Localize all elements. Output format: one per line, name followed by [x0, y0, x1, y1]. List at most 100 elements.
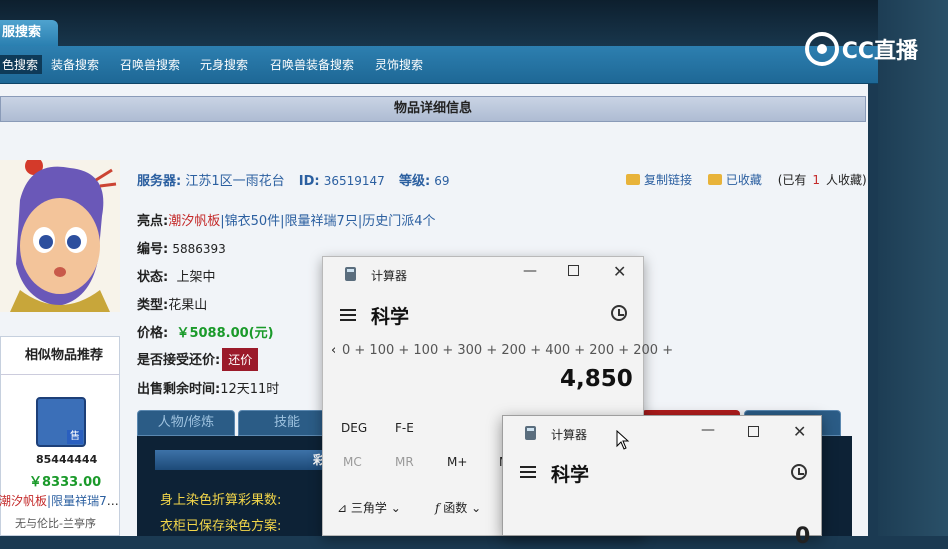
remaining-time-value: 12天11时 [220, 382, 280, 397]
copy-link-label: 复制链接 [644, 173, 693, 187]
deg-button[interactable]: DEG [341, 421, 367, 435]
status-value: 上架中 [176, 270, 216, 285]
nav-item-pet-search[interactable]: 召唤兽搜索 [120, 56, 180, 73]
favorite-count: (已有 1 人收藏) [778, 173, 873, 187]
type-value: 花果山 [168, 298, 208, 313]
highlights-line: 亮点:潮汐帆板|锦衣50件|限量祥瑞7只|历史门派4个 [137, 214, 436, 229]
calculator-app-icon [345, 267, 356, 281]
highlight-item[interactable]: 潮汐帆板 [168, 214, 220, 229]
fe-button[interactable]: F-E [395, 421, 414, 435]
maximize-button[interactable] [748, 426, 759, 437]
calculator-app-icon [525, 426, 536, 440]
remaining-time-label: 出售剩余时间: [137, 382, 221, 397]
close-button[interactable]: ✕ [793, 422, 806, 441]
price-line: 价格: ￥5088.00(元) [137, 322, 274, 341]
similar-items-header: 相似物品推荐 [1, 337, 119, 375]
server-value: 江苏1区一雨花台 [185, 174, 285, 189]
calculator-expression: 0 + 100 + 100 + 300 + 200 + 400 + 200 + … [342, 343, 674, 358]
favorite-label: 已收藏 [725, 173, 762, 187]
nav-item-accessory-search[interactable]: 灵饰搜索 [375, 56, 423, 73]
remaining-time-line: 出售剩余时间:12天11时 [137, 378, 279, 397]
folder-icon [707, 174, 722, 185]
folder-icon [626, 174, 640, 185]
highlight-item[interactable]: 历史门派4个 [362, 214, 435, 229]
function-dropdown[interactable]: f 函数 ⌄ [435, 499, 481, 516]
server-info-line: 服务器: 江苏1区一雨花台 ID: 36519147 等级: 69 [137, 170, 450, 189]
level-value: 69 [434, 174, 450, 188]
similar-items-panel: 相似物品推荐 售 85444444 ￥8333.00 潮汐帆板|限量祥瑞7… 无… [0, 336, 120, 536]
calculator-mode-title: 科学 [371, 306, 410, 328]
favorite-count-value: 1 [812, 173, 821, 187]
number-value: 5886393 [172, 242, 226, 256]
similar-item-server: 无与伦比-兰亭序 [15, 517, 96, 530]
calculator-result: 0 [795, 524, 811, 549]
function-label: 函数 [443, 501, 468, 515]
expression-scroll-left-icon[interactable]: ‹ [331, 343, 336, 358]
id-label: ID: [298, 174, 320, 189]
calculator-result: 4,850 [560, 366, 633, 392]
right-background-band [878, 0, 948, 536]
nav-item-body-search[interactable]: 元身搜索 [200, 56, 248, 73]
close-button[interactable]: ✕ [613, 262, 626, 281]
trig-icon: ⊿ [337, 501, 348, 515]
minimize-button[interactable]: — [701, 422, 715, 438]
minimize-button[interactable]: — [523, 263, 537, 279]
history-icon[interactable] [791, 464, 807, 480]
price-value: ￥5088.00(元) [176, 326, 274, 341]
favorite-button[interactable]: 已收藏 [707, 173, 768, 187]
cc-live-watermark: CC直播 [804, 32, 918, 66]
watermark-text: CC直播 [841, 39, 918, 64]
menu-icon[interactable] [340, 309, 356, 321]
wardrobe-scheme-label: 衣柜已保存染色方案: [160, 519, 282, 534]
dye-count-label: 身上染色折算彩果数: [160, 493, 282, 508]
nav-item-role-search[interactable]: 色搜索 [0, 55, 43, 74]
nav-bar: 色搜索 装备搜索 召唤兽搜索 元身搜索 召唤兽装备搜索 灵饰搜索 [0, 46, 878, 84]
similar-item-id: 85444444 [36, 453, 98, 466]
copy-link-button[interactable]: 复制链接 [626, 173, 698, 187]
window-title: 计算器 [371, 269, 408, 283]
history-icon[interactable] [611, 305, 627, 321]
similar-item-thumbnail[interactable]: 售 [36, 397, 86, 447]
mr-button[interactable]: MR [395, 455, 414, 469]
favorite-count-suffix: 人收藏) [826, 173, 867, 187]
level-label: 等级: [398, 174, 431, 189]
nav-item-equipment-search[interactable]: 装备搜索 [51, 56, 99, 73]
similar-item-tag[interactable]: 潮汐帆板 [0, 494, 47, 508]
bargain-button[interactable]: 还价 [222, 348, 259, 371]
number-line: 编号: 5886393 [137, 238, 226, 257]
window-title: 计算器 [551, 428, 588, 442]
id-value: 36519147 [323, 174, 385, 188]
bargain-line: 是否接受还价: 还价 [137, 348, 259, 371]
type-line: 类型:花果山 [137, 294, 207, 313]
function-icon: f [435, 501, 440, 515]
menu-icon[interactable] [520, 466, 536, 478]
for-sale-badge: 售 [67, 430, 83, 444]
status-label: 状态: [137, 270, 169, 285]
similar-item-tags: 潮汐帆板|限量祥瑞7… [0, 494, 119, 508]
number-label: 编号: [137, 242, 169, 257]
similar-item-price: ￥8333.00 [29, 475, 102, 490]
cc-logo-icon [804, 32, 839, 66]
highlight-item[interactable]: 锦衣50件 [225, 214, 281, 229]
trig-label: 三角学 [350, 501, 387, 515]
maximize-button[interactable] [568, 265, 579, 276]
m-plus-button[interactable]: M+ [447, 455, 467, 469]
calculator-mode-title: 科学 [551, 464, 590, 486]
top-search-tab[interactable]: 服搜索 [0, 20, 58, 46]
price-label: 价格: [137, 326, 169, 341]
favorite-count-prefix: (已有 [777, 173, 807, 187]
type-label: 类型: [137, 298, 169, 313]
nav-item-pet-equipment-search[interactable]: 召唤兽装备搜索 [270, 56, 354, 73]
similar-item-tag[interactable]: 限量祥瑞7 [51, 494, 107, 508]
mc-button[interactable]: MC [343, 455, 362, 469]
highlights-label: 亮点: [137, 214, 169, 229]
status-line: 状态: 上架中 [137, 266, 215, 285]
trig-dropdown[interactable]: ⊿ 三角学 ⌄ [337, 499, 401, 516]
server-label: 服务器: [137, 174, 182, 189]
highlight-item[interactable]: 限量祥瑞7只 [285, 214, 358, 229]
tab-character-cultivation[interactable]: 人物/修炼 [137, 410, 235, 436]
character-avatar [0, 157, 120, 312]
mouse-cursor-icon [616, 430, 630, 450]
bargain-label: 是否接受还价: [137, 353, 221, 368]
calculator-window-2: 计算器 — ✕ 科学 0 [502, 415, 822, 549]
